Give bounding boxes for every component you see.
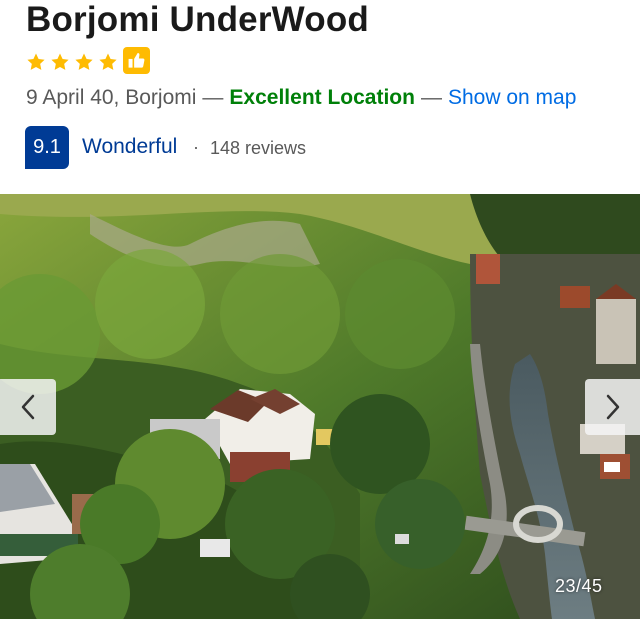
hotel-photo[interactable] — [0, 194, 640, 619]
hotel-title: Borjomi UnderWood — [26, 0, 370, 39]
show-on-map-link[interactable]: Show on map — [448, 86, 576, 110]
address-line: 9 April 40, Borjomi — Excellent Location… — [26, 86, 576, 110]
review-score-badge[interactable]: 9.1 — [25, 126, 69, 169]
next-photo-button[interactable] — [585, 379, 640, 435]
star-rating — [26, 52, 118, 72]
star-icon — [51, 53, 69, 70]
review-count-link[interactable]: 148 reviews — [210, 138, 306, 159]
separator: — — [420, 86, 442, 109]
photo-counter: 23/45 — [555, 576, 603, 596]
star-icon — [27, 53, 45, 70]
thumbs-up-icon — [123, 47, 150, 74]
star-icon — [75, 53, 93, 70]
aerial-photo-illustration — [0, 194, 640, 619]
chevron-right-icon — [606, 394, 620, 420]
review-score-word[interactable]: Wonderful — [82, 135, 177, 159]
star-icon — [99, 53, 117, 70]
separator: — — [202, 86, 224, 109]
previous-photo-button[interactable] — [0, 379, 56, 435]
chevron-left-icon — [21, 394, 35, 420]
hotel-address: 9 April 40, Borjomi — [26, 86, 197, 109]
location-rating-tag: Excellent Location — [229, 86, 415, 109]
separator-dot: · — [193, 137, 199, 157]
